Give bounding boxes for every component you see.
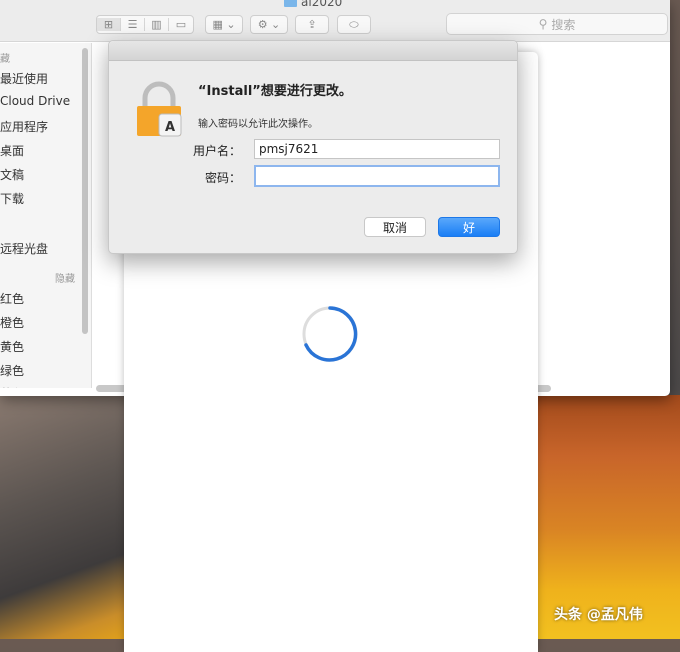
sidebar-item-applications[interactable]: 应用程序 <box>0 118 48 135</box>
action-gear-button[interactable]: ⚙ ⌄ <box>250 15 288 34</box>
sidebar-tag-orange[interactable]: 橙色 <box>0 314 24 331</box>
ok-button[interactable]: 好 <box>438 217 500 237</box>
arrange-button[interactable]: ▦ ⌄ <box>205 15 243 34</box>
view-switcher[interactable]: ⊞ ☰ ▥ ▭ <box>96 15 194 34</box>
wallpaper-left <box>0 395 130 639</box>
gallery-view-icon[interactable]: ▭ <box>169 18 193 31</box>
tag-button[interactable]: ⬭ <box>337 15 371 34</box>
search-icon: ⚲ <box>538 17 548 31</box>
watermark: 头条 @孟凡伟 <box>554 607 643 623</box>
dialog-subtitle: 输入密码以允许此次操作。 <box>198 119 318 130</box>
password-field[interactable] <box>254 165 500 187</box>
folder-icon <box>284 0 297 7</box>
dialog-titlebar <box>109 41 517 61</box>
sidebar-scrollbar[interactable] <box>82 48 88 334</box>
window-title-text: ai2020 <box>301 0 343 9</box>
lock-icon: A <box>137 81 182 137</box>
sidebar-item-recents[interactable]: 最近使用 <box>0 70 48 87</box>
password-label: 密码： <box>204 171 241 185</box>
sidebar-tag-blue[interactable]: 蓝色 <box>0 385 24 388</box>
search-placeholder: 搜索 <box>551 17 576 32</box>
share-button[interactable]: ⇪ <box>295 15 329 34</box>
adobe-logo-icon: A <box>165 120 175 135</box>
dialog-title: “Install”想要进行更改。 <box>198 84 352 99</box>
icon-view-icon[interactable]: ⊞ <box>97 18 121 31</box>
sidebar-item-downloads[interactable]: 下载 <box>0 190 24 207</box>
finder-sidebar: 藏 最近使用 Cloud Drive 应用程序 桌面 文稿 下载 远程光盘 隐藏… <box>0 43 92 388</box>
sidebar-tag-green[interactable]: 绿色 <box>0 362 24 379</box>
loading-spinner-icon <box>302 306 358 362</box>
sidebar-item-desktop[interactable]: 桌面 <box>0 142 24 159</box>
sidebar-item-icloud-drive[interactable]: Cloud Drive <box>0 94 70 108</box>
username-field[interactable] <box>254 139 500 159</box>
sidebar-tag-yellow[interactable]: 黄色 <box>0 338 24 355</box>
search-field[interactable]: ⚲ 搜索 <box>446 13 668 35</box>
list-view-icon[interactable]: ☰ <box>121 18 145 31</box>
wallpaper-right <box>538 395 680 639</box>
cancel-button[interactable]: 取消 <box>364 217 426 237</box>
sidebar-tags-hide[interactable]: 隐藏 <box>55 270 75 285</box>
column-view-icon[interactable]: ▥ <box>145 18 169 31</box>
sidebar-item-documents[interactable]: 文稿 <box>0 166 24 183</box>
window-title: ai2020 <box>284 0 342 9</box>
finder-toolbar: ai2020 ⊞ ☰ ▥ ▭ ▦ ⌄ ⚙ ⌄ ⇪ ⬭ ⚲ 搜索 <box>0 0 670 42</box>
auth-dialog: A “Install”想要进行更改。 输入密码以允许此次操作。 用户名： 密码：… <box>108 40 518 254</box>
username-label: 用户名： <box>192 144 241 158</box>
sidebar-tag-red[interactable]: 红色 <box>0 290 24 307</box>
sidebar-section-favorites: 藏 <box>0 54 10 65</box>
sidebar-item-remote-disc[interactable]: 远程光盘 <box>0 240 48 257</box>
